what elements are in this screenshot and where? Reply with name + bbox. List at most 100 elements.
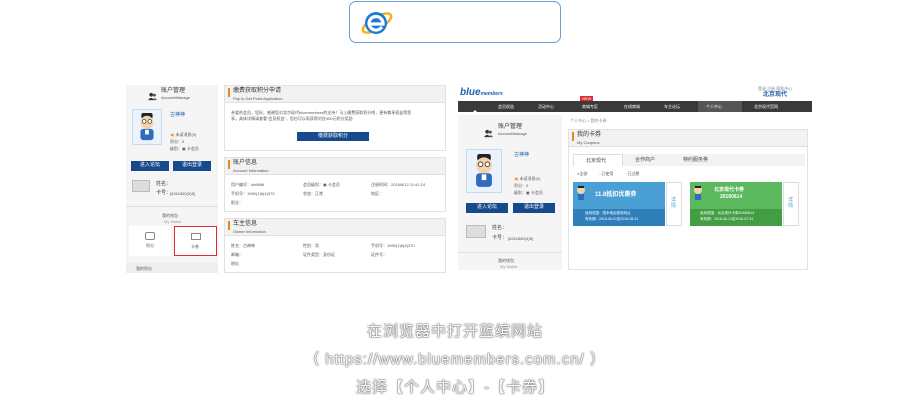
points-apply-subtitle: Pay to Get Point Application [233, 96, 283, 101]
coupon-tabs: 北京现代 合作商户 特约服务券 [573, 154, 805, 166]
subtab-all[interactable]: ●全部 [577, 171, 587, 176]
coupon2-detail-button[interactable]: 详情 [783, 182, 799, 226]
caption-line-1: 在浏览器中打开蓝缤网站 [366, 323, 543, 340]
coupon2-date: 20160614 [720, 194, 743, 200]
owner-sex: 性别：男 [303, 243, 319, 248]
points-label: 积分：0 [514, 183, 529, 188]
bluemembers-logo[interactable]: bluemembers [460, 88, 503, 99]
ie-icon [361, 12, 393, 34]
owner-id-type: 证件类型：身份证 [303, 252, 335, 257]
my-points-title: 我的积分 [136, 266, 152, 271]
account-info-panel: 账户信息 Account Information 用户编号：sh6f6f6 会员… [224, 157, 446, 212]
card-label: 卡号： [492, 235, 508, 241]
wallet-points-tile[interactable]: 积分 [129, 226, 171, 256]
job: 职业： [231, 200, 243, 205]
points-apply-body-2: 享。具体详情请查看"会员权益"，您也可以再获得对应400元积分奖励 [231, 116, 353, 121]
coupon-card-1[interactable]: 11.8抵扣优惠券 适用范围：限本地区服务网点 有效期：2016-06-01至2… [573, 182, 665, 226]
card-icon [132, 180, 150, 192]
coupon1-title: 11.8抵扣优惠券 [595, 192, 637, 198]
mascot-icon [692, 185, 704, 201]
mascot-icon [575, 185, 587, 201]
nav-item-2[interactable]: 活动中心 [538, 104, 554, 109]
register-time: 注册时间：2016/6/12 11:41:24 [371, 182, 426, 187]
users-icon [484, 125, 493, 138]
coupon1-detail-button[interactable]: 详情 [666, 182, 682, 226]
user-no: 用户编号：sh6f6f6 [231, 182, 265, 187]
forum-button[interactable]: 进入论坛 [466, 203, 508, 213]
coupon1-scope: 适用范围：限本地区服务网点 [585, 211, 631, 215]
owner-email: 邮箱： [231, 252, 243, 257]
home-icon[interactable] [472, 103, 478, 116]
coupons-panel: 我的卡券 My Coupons 北京现代 合作商户 特约服务券 ●全部 ○已使用… [568, 129, 808, 270]
owner-name: 姓名：古神神 [231, 243, 255, 248]
coupon-icon [191, 233, 201, 240]
username[interactable]: 古神神 [170, 112, 185, 118]
speaker-icon: ◀) [514, 176, 519, 181]
nav-item-3[interactable]: 商城专区 [582, 104, 598, 109]
left-screenshot: 账户管理 AccountManage 古神神 ◀) 未读消息(0) 积分：0 级… [126, 85, 446, 273]
level-label: 级别：▣ 卡会员 [514, 190, 543, 195]
wallet-title-en: My Wallet [500, 264, 518, 269]
account-sidebar: 账户管理 AccountManage 古神神 ◀) 未读消息(0) 积分：0 级… [126, 85, 218, 273]
unread-status[interactable]: ◀) 未读消息(0) [514, 176, 540, 181]
logout-button[interactable]: 退出登录 [513, 203, 555, 213]
main-nav: 会员权益 活动中心 商城专区 NEW 在线商城 车主论坛 个人中心 北京现代官网 [458, 96, 812, 116]
card-icon [466, 225, 486, 238]
card-value: [6261860(3)8] [170, 191, 195, 196]
coupon2-validity: 有效期：2016-06-14至2016-07-31 [700, 217, 754, 221]
card-label: 卡号： [156, 190, 172, 196]
account-title: 账户管理 [161, 88, 186, 94]
points-apply-button[interactable]: 缴费获取积分 [297, 132, 369, 141]
users-icon [148, 88, 157, 101]
name-label: 姓名： [492, 225, 508, 231]
subtab-expired[interactable]: ○已过期 [625, 171, 639, 176]
top-links[interactable]: 登录 注册 帮助中心 [758, 86, 792, 91]
coupon-card-2[interactable]: 北京现代卡券 20160614 适用范围：北京现代卡券20160614 有效期：… [690, 182, 782, 226]
points-label: 积分：0 [170, 139, 185, 144]
avatar [466, 149, 502, 193]
account-title-en: AccountManage [161, 95, 190, 100]
coupons-subtitle: My Coupons [577, 140, 600, 145]
account-sidebar-right: 账户管理 AccountManage 古神神 ◀) 未读消息(0) 积分：0 级… [458, 115, 562, 270]
new-badge: NEW [580, 96, 594, 101]
account-status: 状态：正常 [303, 191, 323, 196]
points-apply-panel: 缴费获取积分申请 Pay to Get Point Application 亲爱… [224, 85, 446, 151]
breadcrumb[interactable]: 个人中心 > 我的卡券 [570, 118, 607, 123]
logout-button[interactable]: 退出登录 [173, 161, 211, 171]
hyundai-brand[interactable]: 北京现代 [763, 92, 787, 99]
unread-status[interactable]: ◀) 未读消息(0) [170, 132, 196, 137]
username[interactable]: 古神神 [514, 152, 529, 158]
caption-line-2: （ https://www.bluemembers.com.cn/ ） [304, 351, 606, 368]
caption-line-3: 选择【个人中心】-【卡券】 [356, 379, 554, 396]
phone: 手机号：1590(1)6(4)370 [231, 191, 275, 196]
avatar [132, 109, 162, 145]
tab-special-service[interactable]: 特约服务券 [683, 157, 708, 163]
account-info-subtitle: Account Information [233, 168, 269, 173]
owner-address: 地址： [231, 261, 243, 266]
tab-partners[interactable]: 合作商户 [635, 157, 655, 163]
owner-mobile: 手机号：1590(1)6(4)370 [371, 243, 415, 248]
city: 地区： [371, 191, 383, 196]
nav-item-personal-active[interactable]: 个人中心 [698, 101, 742, 112]
nav-item-4[interactable]: 在线商城 [624, 104, 640, 109]
wallet-title: 我的钱包 [162, 213, 178, 218]
wallet-title: 我的钱包 [498, 258, 514, 263]
owner-info-panel: 车主信息 Owner Information 姓名：古神神 性别：男 手机号：1… [224, 218, 446, 273]
wallet-title-en: My Wallet [164, 219, 182, 224]
tab-hyundai[interactable]: 北京现代 [573, 154, 623, 166]
points-icon [145, 232, 155, 240]
account-title-en: AccountManage [498, 131, 527, 136]
owner-info-subtitle: Owner Information [233, 229, 266, 234]
coupon1-validity: 有效期：2016-06-01至2016-08-31 [585, 217, 639, 221]
nav-item-1[interactable]: 会员权益 [498, 104, 514, 109]
nav-item-7[interactable]: 北京现代官网 [754, 104, 778, 109]
forum-button[interactable]: 进入论坛 [131, 161, 169, 171]
account-title: 账户管理 [498, 124, 523, 130]
subtab-used[interactable]: ○已使用 [599, 171, 613, 176]
owner-id-no: 证件号： [371, 252, 387, 257]
wallet-coupon-tile[interactable]: 卡券 [174, 226, 217, 256]
member-level: 会员级别：▣ 卡会员 [303, 182, 340, 187]
right-screenshot: bluemembers 登录 注册 帮助中心 北京现代 会员权益 活动中心 商城… [458, 85, 812, 270]
points-apply-body-1: 亲爱的会员，您好。感谢您对北京现代bluemembers的支持！马上缴费获取积分… [231, 110, 412, 115]
nav-item-5[interactable]: 车主论坛 [664, 104, 680, 109]
